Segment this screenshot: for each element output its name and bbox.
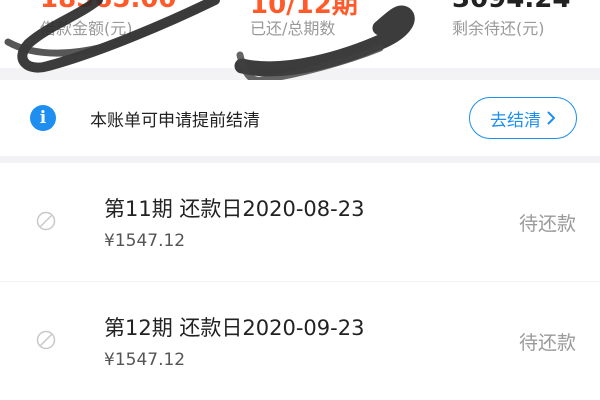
bill-title: 第11期 还款日2020-08-23 (104, 197, 365, 221)
loan-amount-value: 18565.00 (40, 0, 177, 14)
bill-status: 待还款 (518, 332, 576, 354)
settle-button[interactable]: 去结清 (469, 97, 577, 139)
bill-item-period-11[interactable]: 第11期 还款日2020-08-23 ¥1547.12 待还款 (0, 163, 600, 281)
info-icon: i (30, 105, 56, 131)
period-progress-label: 已还/总期数 (250, 19, 336, 38)
ban-icon (36, 211, 56, 231)
remaining-amount-label: 剩余待还(元) (452, 19, 545, 38)
loan-summary-header: 18565.00 借款金额(元) 10/12期 已还/总期数 3094.24 剩… (0, 0, 600, 68)
settle-button-label: 去结清 (490, 110, 541, 131)
ban-icon (36, 330, 56, 350)
chevron-right-icon (547, 111, 555, 125)
bill-title: 第12期 还款日2020-09-23 (104, 316, 365, 340)
loan-amount-label: 借款金额(元) (40, 19, 133, 38)
remaining-amount-value: 3094.24 (452, 0, 570, 14)
bill-status: 待还款 (518, 213, 576, 235)
bill-amount: ¥1547.12 (104, 231, 186, 251)
bill-amount: ¥1547.12 (104, 350, 186, 370)
early-settlement-text: 本账单可申请提前结清 (90, 111, 260, 131)
bill-item-period-12[interactable]: 第12期 还款日2020-09-23 ¥1547.12 待还款 (0, 282, 600, 400)
